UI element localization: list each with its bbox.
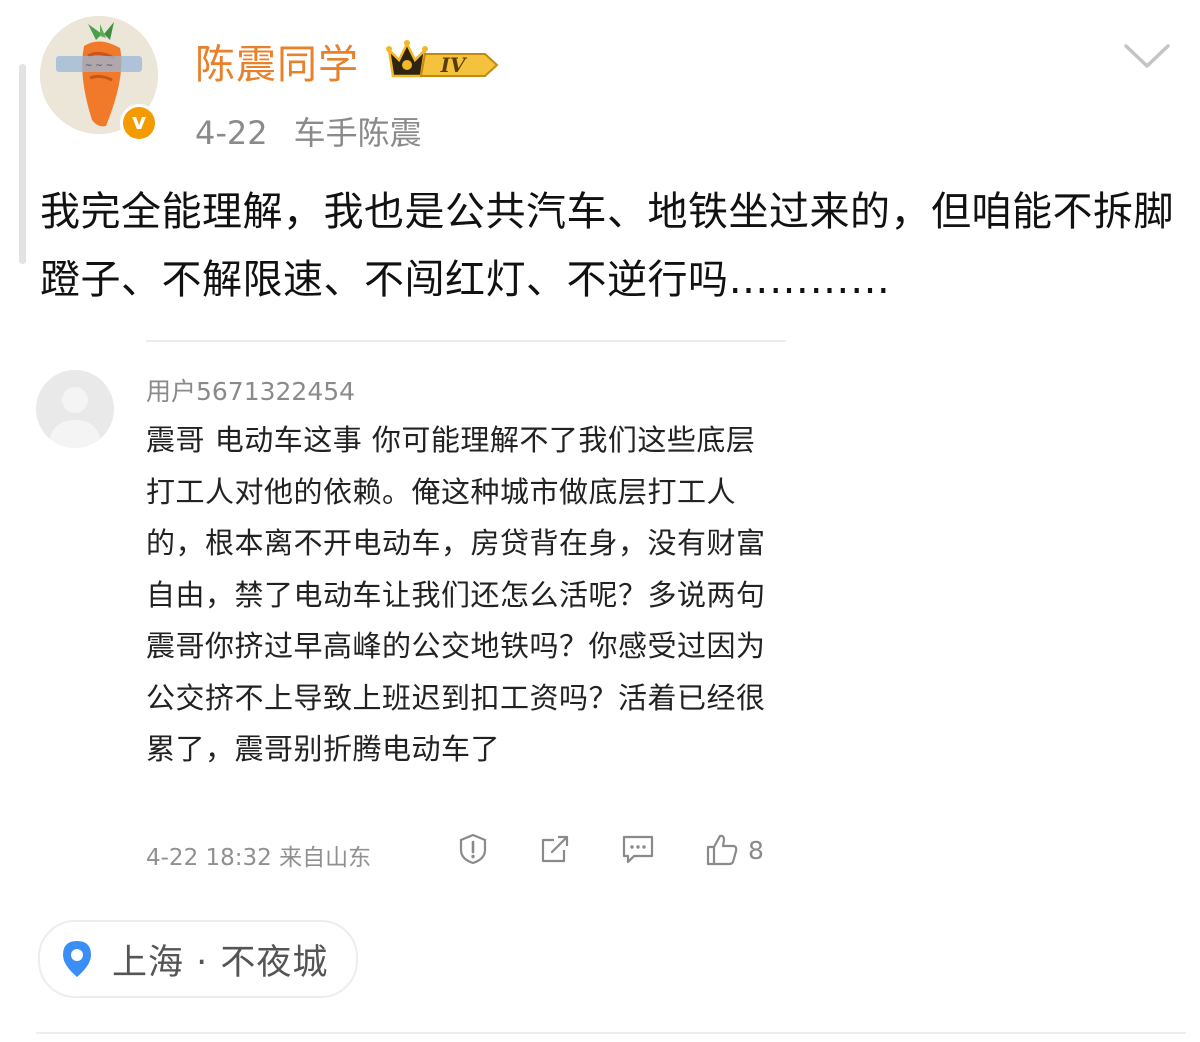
verified-badge: v bbox=[120, 104, 158, 142]
level-badge-label: IV bbox=[440, 53, 468, 77]
author-avatar[interactable]: ~ ~ ~ v bbox=[40, 16, 158, 142]
like-button[interactable]: 8 bbox=[704, 832, 764, 868]
post-meta: 4-22 车手陈震 bbox=[195, 108, 422, 154]
comment-meta: 4-22 18:32 来自山东 bbox=[146, 838, 371, 872]
author-name[interactable]: 陈震同学 bbox=[195, 32, 359, 90]
comment-icon bbox=[622, 835, 654, 864]
chevron-down-icon[interactable] bbox=[1122, 38, 1172, 72]
svg-text:~ ~ ~: ~ ~ ~ bbox=[85, 61, 113, 71]
divider bbox=[146, 340, 786, 342]
location-tag[interactable]: 上海 · 不夜城 bbox=[38, 920, 359, 998]
comment-time: 4-22 18:32 bbox=[146, 845, 272, 871]
comment-location: 来自山东 bbox=[279, 845, 372, 871]
divider bbox=[36, 1032, 1186, 1034]
commenter-username[interactable]: 用户5671322454 bbox=[146, 372, 355, 408]
location-pin-icon bbox=[60, 939, 94, 979]
comment-content: 震哥 电动车这事 你可能理解不了我们这些底层打工人对他的依赖。俺这种城市做底层打… bbox=[146, 423, 766, 766]
like-count: 8 bbox=[748, 835, 764, 865]
report-icon bbox=[459, 833, 487, 865]
scroll-indicator[interactable] bbox=[19, 64, 26, 264]
report-button[interactable] bbox=[456, 832, 490, 866]
quoted-comment-card[interactable]: 用户5671322454 震哥 电动车这事 你可能理解不了我们这些底层打工人对他… bbox=[36, 340, 796, 880]
verified-icon: v bbox=[123, 107, 155, 139]
location-text: 上海 · 不夜城 bbox=[112, 942, 329, 983]
comment-actions: 8 bbox=[456, 832, 796, 872]
share-button[interactable] bbox=[538, 832, 572, 866]
share-icon bbox=[541, 835, 569, 863]
post-date: 4-22 bbox=[195, 114, 268, 152]
post-source[interactable]: 车手陈震 bbox=[294, 114, 422, 152]
post-content: 我完全能理解，我也是公共汽车、地铁坐过来的，但咱能不拆脚蹬子、不解限速、不闯红灯… bbox=[40, 189, 1174, 303]
like-icon bbox=[706, 834, 738, 866]
comment-button[interactable] bbox=[620, 832, 656, 866]
commenter-avatar[interactable] bbox=[36, 370, 114, 448]
default-avatar-icon bbox=[48, 387, 102, 448]
level-crown-badge-icon[interactable]: IV bbox=[385, 36, 500, 84]
